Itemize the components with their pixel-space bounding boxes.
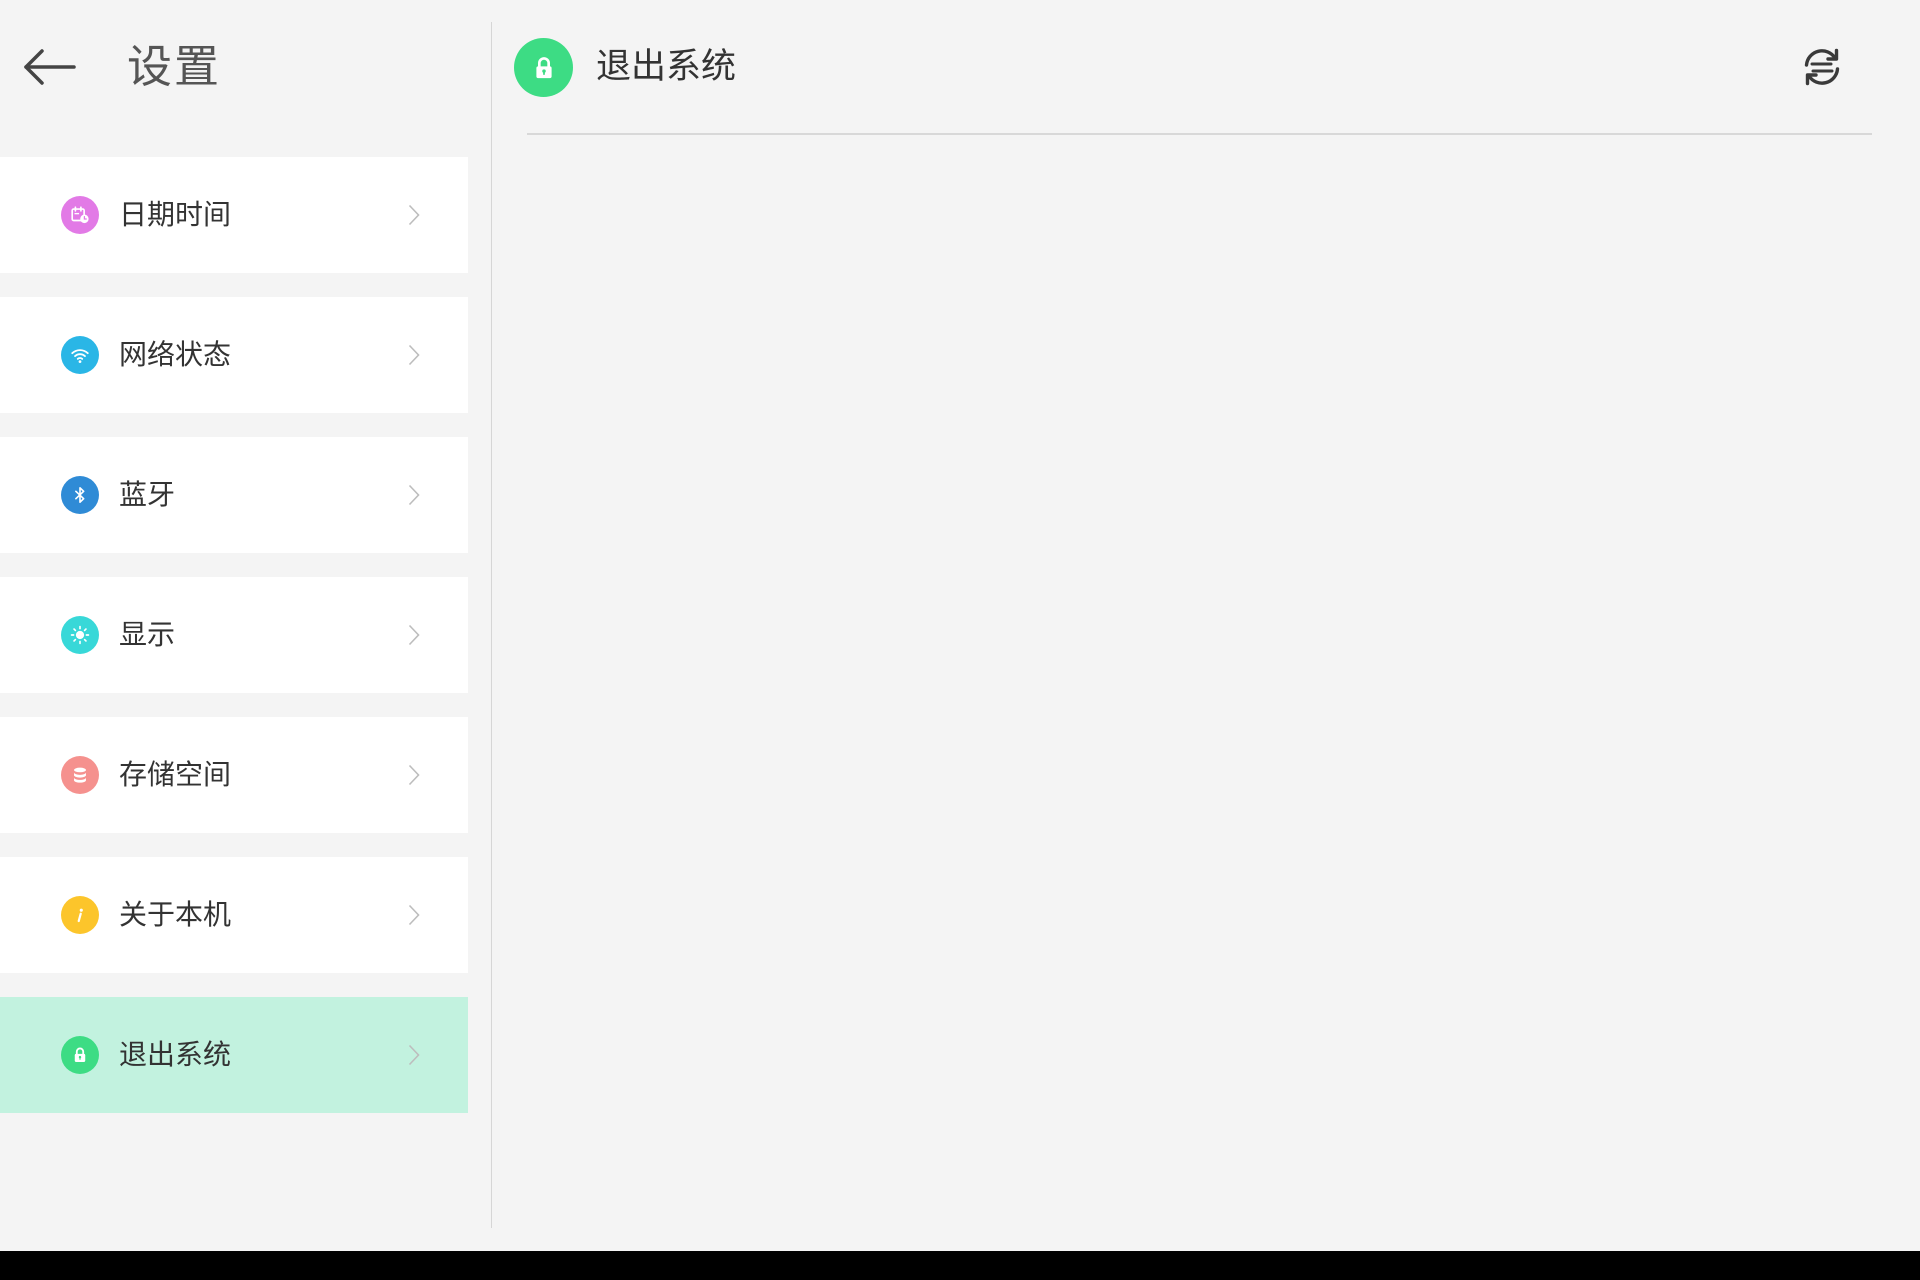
sidebar: 设置 日期时间 网络状态 蓝牙 显示 存储空间 关于本机 退出系统 [0, 0, 491, 1251]
sidebar-item-label: 蓝牙 [119, 478, 176, 511]
chevron-right-icon [408, 1044, 420, 1066]
detail-content [527, 140, 1872, 1220]
panel-divider [491, 22, 492, 1228]
sidebar-item-storage[interactable]: 存储空间 [0, 717, 468, 833]
lock-icon [514, 38, 573, 97]
chevron-right-icon [408, 344, 420, 366]
header-divider [527, 133, 1872, 135]
chevron-right-icon [408, 904, 420, 926]
chevron-right-icon [408, 484, 420, 506]
sidebar-item-label: 网络状态 [119, 338, 232, 371]
sidebar-item-label: 显示 [119, 618, 176, 651]
chevron-right-icon [408, 204, 420, 226]
bluetooth-icon [61, 476, 99, 514]
settings-menu: 日期时间 网络状态 蓝牙 显示 存储空间 关于本机 退出系统 [0, 157, 468, 1137]
sun-icon [61, 616, 99, 654]
sidebar-item-label: 关于本机 [119, 898, 232, 931]
sidebar-item-display[interactable]: 显示 [0, 577, 468, 693]
arrow-left-icon [24, 49, 76, 85]
refresh-button[interactable] [1798, 43, 1846, 91]
sidebar-item-about-device[interactable]: 关于本机 [0, 857, 468, 973]
sidebar-item-network-status[interactable]: 网络状态 [0, 297, 468, 413]
sidebar-item-logout[interactable]: 退出系统 [0, 997, 468, 1113]
detail-title: 退出系统 [596, 47, 737, 87]
database-icon [61, 756, 99, 794]
refresh-icon [1804, 48, 1840, 86]
sidebar-item-label: 存储空间 [119, 758, 232, 791]
back-button[interactable] [20, 46, 78, 88]
system-navigation-bar [0, 1251, 1920, 1280]
chevron-right-icon [408, 624, 420, 646]
sidebar-item-date-time[interactable]: 日期时间 [0, 157, 468, 273]
sidebar-item-label: 退出系统 [119, 1038, 232, 1071]
page-title: 设置 [127, 40, 222, 93]
info-icon [61, 896, 99, 934]
wifi-icon [61, 336, 99, 374]
calendar-clock-icon [61, 196, 99, 234]
lock-icon [61, 1036, 99, 1074]
sidebar-item-label: 日期时间 [119, 198, 232, 231]
sidebar-item-bluetooth[interactable]: 蓝牙 [0, 437, 468, 553]
settings-screen: 设置 日期时间 网络状态 蓝牙 显示 存储空间 关于本机 退出系统 退出系统 [0, 0, 1920, 1280]
chevron-right-icon [408, 764, 420, 786]
